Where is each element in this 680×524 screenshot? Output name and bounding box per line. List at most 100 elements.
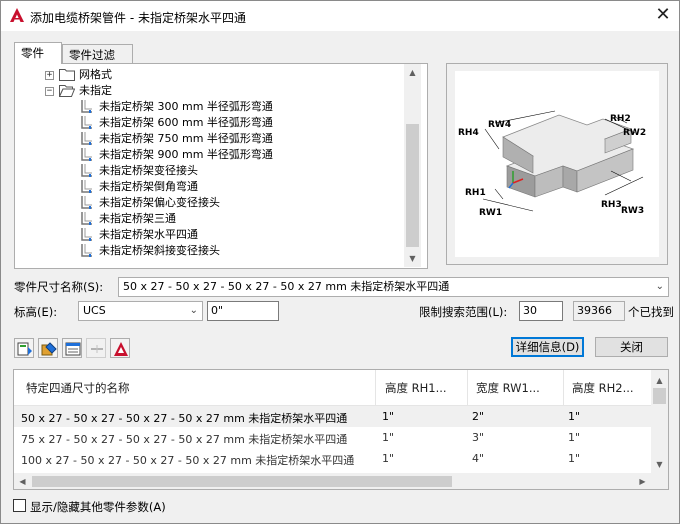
part-size-table[interactable]: 特定四通尺寸的名称 高度 RH1... 宽度 RW1... 高度 RH2... … — [13, 369, 669, 490]
table-cell: 100 x 27 - 50 x 27 - 50 x 27 - 50 x 27 m… — [21, 454, 355, 467]
table-cell: 1" — [382, 431, 395, 444]
cable-tray-part-icon — [81, 196, 92, 209]
table-row[interactable]: 75 x 27 - 50 x 27 - 50 x 27 - 50 x 27 mm… — [14, 427, 654, 448]
four-way-tray-drawing: RH4 RW4 RH2 RW2 RH1 RW1 RH3 RW3 — [458, 110, 646, 218]
table-cell: 1" — [568, 452, 581, 465]
tree-item-part[interactable]: 未指定桥架 300 mm 半径弧形弯通 — [17, 99, 397, 115]
tree-item-part-selected[interactable]: 未指定桥架水平四通 — [17, 227, 397, 243]
column-header[interactable]: 特定四通尺寸的名称 — [26, 380, 130, 396]
cable-tray-part-icon — [81, 244, 92, 257]
parts-tree[interactable]: + 网格式 − 未指定 未指定桥架 300 mm 半径弧形弯通 未指定桥架 60… — [17, 65, 405, 265]
dim-label: RW3 — [621, 206, 644, 216]
elevation-field[interactable]: 0" — [207, 301, 279, 321]
table-cell: 50 x 27 - 50 x 27 - 50 x 27 - 50 x 27 mm… — [21, 412, 348, 425]
column-divider[interactable] — [563, 370, 564, 406]
elevation-label: 标高(E): — [14, 305, 58, 319]
tree-item-part[interactable]: 未指定桥架斜接变径接头 — [17, 243, 397, 259]
catalog-browser-button[interactable] — [14, 338, 34, 358]
size-name-combo[interactable]: 50 x 27 - 50 x 27 - 50 x 27 - 50 x 27 mm… — [118, 277, 669, 297]
table-cell: 4" — [472, 452, 485, 465]
column-header[interactable]: 宽度 RW1... — [476, 380, 540, 396]
autocad-tool-button[interactable] — [110, 338, 130, 358]
table-cell: 1" — [382, 410, 395, 423]
edit-part-button[interactable] — [38, 338, 58, 358]
tree-item-part[interactable]: 未指定桥架倒角弯通 — [17, 179, 397, 195]
tree-item-label: 未指定桥架 300 mm 半径弧形弯通 — [99, 100, 273, 113]
part-preview: RH4 RW4 RH2 RW2 RH1 RW1 RH3 RW3 — [455, 71, 659, 257]
collapse-icon[interactable]: − — [45, 87, 54, 96]
scroll-up-icon[interactable]: ▲ — [651, 372, 668, 389]
scroll-down-icon[interactable]: ▼ — [651, 456, 668, 473]
tab-parts[interactable]: 零件 — [14, 42, 62, 64]
column-divider[interactable] — [375, 370, 376, 406]
chevron-down-icon[interactable]: ⌄ — [656, 278, 664, 296]
cable-tray-part-icon — [81, 164, 92, 177]
tree-item-label: 未指定桥架倒角弯通 — [99, 180, 198, 193]
column-header[interactable]: 高度 RH2... — [572, 380, 634, 396]
close-button[interactable]: 关闭 — [595, 337, 668, 357]
column-header[interactable]: 高度 RH1... — [385, 380, 447, 396]
cable-tray-part-icon — [81, 100, 92, 113]
tree-item-part[interactable]: 未指定桥架偏心变径接头 — [17, 195, 397, 211]
table-cell: 1" — [568, 431, 581, 444]
tree-item-label: 未指定 — [79, 84, 112, 97]
scroll-thumb[interactable] — [32, 476, 452, 487]
size-name-label: 零件尺寸名称(S): — [14, 280, 104, 294]
cable-tray-part-icon — [81, 132, 92, 145]
tree-item-part[interactable]: 未指定桥架变径接头 — [17, 163, 397, 179]
cable-tray-part-icon — [81, 212, 92, 225]
tree-item-label: 未指定桥架 900 mm 半径弧形弯通 — [99, 148, 273, 161]
search-limit-field[interactable]: 30 — [519, 301, 563, 321]
tree-item-label: 未指定桥架三通 — [99, 212, 176, 225]
scroll-thumb[interactable] — [406, 124, 419, 247]
scroll-down-icon[interactable]: ▼ — [404, 250, 421, 267]
details-button[interactable]: 详细信息(D) — [511, 337, 584, 357]
cable-tray-part-icon — [81, 228, 92, 241]
expand-icon[interactable]: + — [45, 71, 54, 80]
tree-item-part[interactable]: 未指定桥架三通 — [17, 211, 397, 227]
search-limit-label: 限制搜索范围(L): — [419, 305, 508, 319]
close-icon[interactable]: ✕ — [651, 5, 675, 27]
table-vertical-scrollbar[interactable]: ▲ ▼ — [651, 370, 668, 473]
table-row[interactable]: 100 x 27 - 50 x 27 - 50 x 27 - 50 x 27 m… — [14, 448, 654, 469]
tree-scrollbar[interactable]: ▲ ▼ — [404, 64, 421, 267]
connector-icon — [91, 345, 103, 353]
tab-part-filter[interactable]: 零件过滤器 — [62, 44, 133, 78]
show-hide-params-label[interactable]: 显示/隐藏其他零件参数(A) — [30, 499, 166, 515]
dim-label: RW2 — [623, 128, 646, 138]
column-divider[interactable] — [467, 370, 468, 406]
size-name-value: 50 x 27 - 50 x 27 - 50 x 27 - 50 x 27 mm… — [123, 280, 450, 293]
open-folder-icon — [59, 85, 75, 97]
scroll-thumb[interactable] — [653, 388, 666, 404]
show-hide-params-checkbox[interactable] — [13, 499, 26, 512]
catalog-icon — [17, 342, 32, 356]
tree-item-unspecified-folder[interactable]: − 未指定 — [17, 83, 397, 99]
tree-item-label: 未指定桥架偏心变径接头 — [99, 196, 220, 209]
properties-icon — [65, 342, 81, 356]
tree-item-label: 网格式 — [79, 68, 112, 81]
tree-item-part[interactable]: 未指定桥架 750 mm 半径弧形弯通 — [17, 131, 397, 147]
tree-item-part[interactable]: 未指定桥架 900 mm 半径弧形弯通 — [17, 147, 397, 163]
tree-item-label: 未指定桥架斜接变径接头 — [99, 244, 220, 257]
table-cell: 75 x 27 - 50 x 27 - 50 x 27 - 50 x 27 mm… — [21, 433, 348, 446]
dim-label: RH3 — [601, 200, 622, 210]
disabled-tool-button[interactable] — [86, 338, 106, 358]
properties-button[interactable] — [62, 338, 82, 358]
tree-item-grid-folder[interactable]: + 网格式 — [17, 67, 397, 83]
chevron-down-icon[interactable]: ⌄ — [190, 302, 198, 320]
autocad-icon — [114, 342, 128, 356]
table-row-selected[interactable]: 50 x 27 - 50 x 27 - 50 x 27 - 50 x 27 mm… — [14, 406, 654, 427]
autocad-logo-icon — [10, 8, 24, 22]
found-count: 39366 — [573, 301, 625, 321]
scroll-right-icon[interactable]: ▶ — [634, 473, 651, 489]
table-horizontal-scrollbar[interactable]: ◀ ▶ — [14, 473, 668, 489]
cable-tray-part-icon — [81, 148, 92, 161]
cable-tray-part-icon — [81, 180, 92, 193]
elevation-ucs-combo[interactable]: UCS ⌄ — [78, 301, 203, 321]
tree-item-label: 未指定桥架 750 mm 半径弧形弯通 — [99, 132, 273, 145]
scroll-up-icon[interactable]: ▲ — [404, 64, 421, 81]
table-cell: 1" — [568, 410, 581, 423]
tree-item-part[interactable]: 未指定桥架 600 mm 半径弧形弯通 — [17, 115, 397, 131]
scroll-left-icon[interactable]: ◀ — [14, 473, 31, 489]
elevation-combo-value: UCS — [83, 304, 106, 317]
